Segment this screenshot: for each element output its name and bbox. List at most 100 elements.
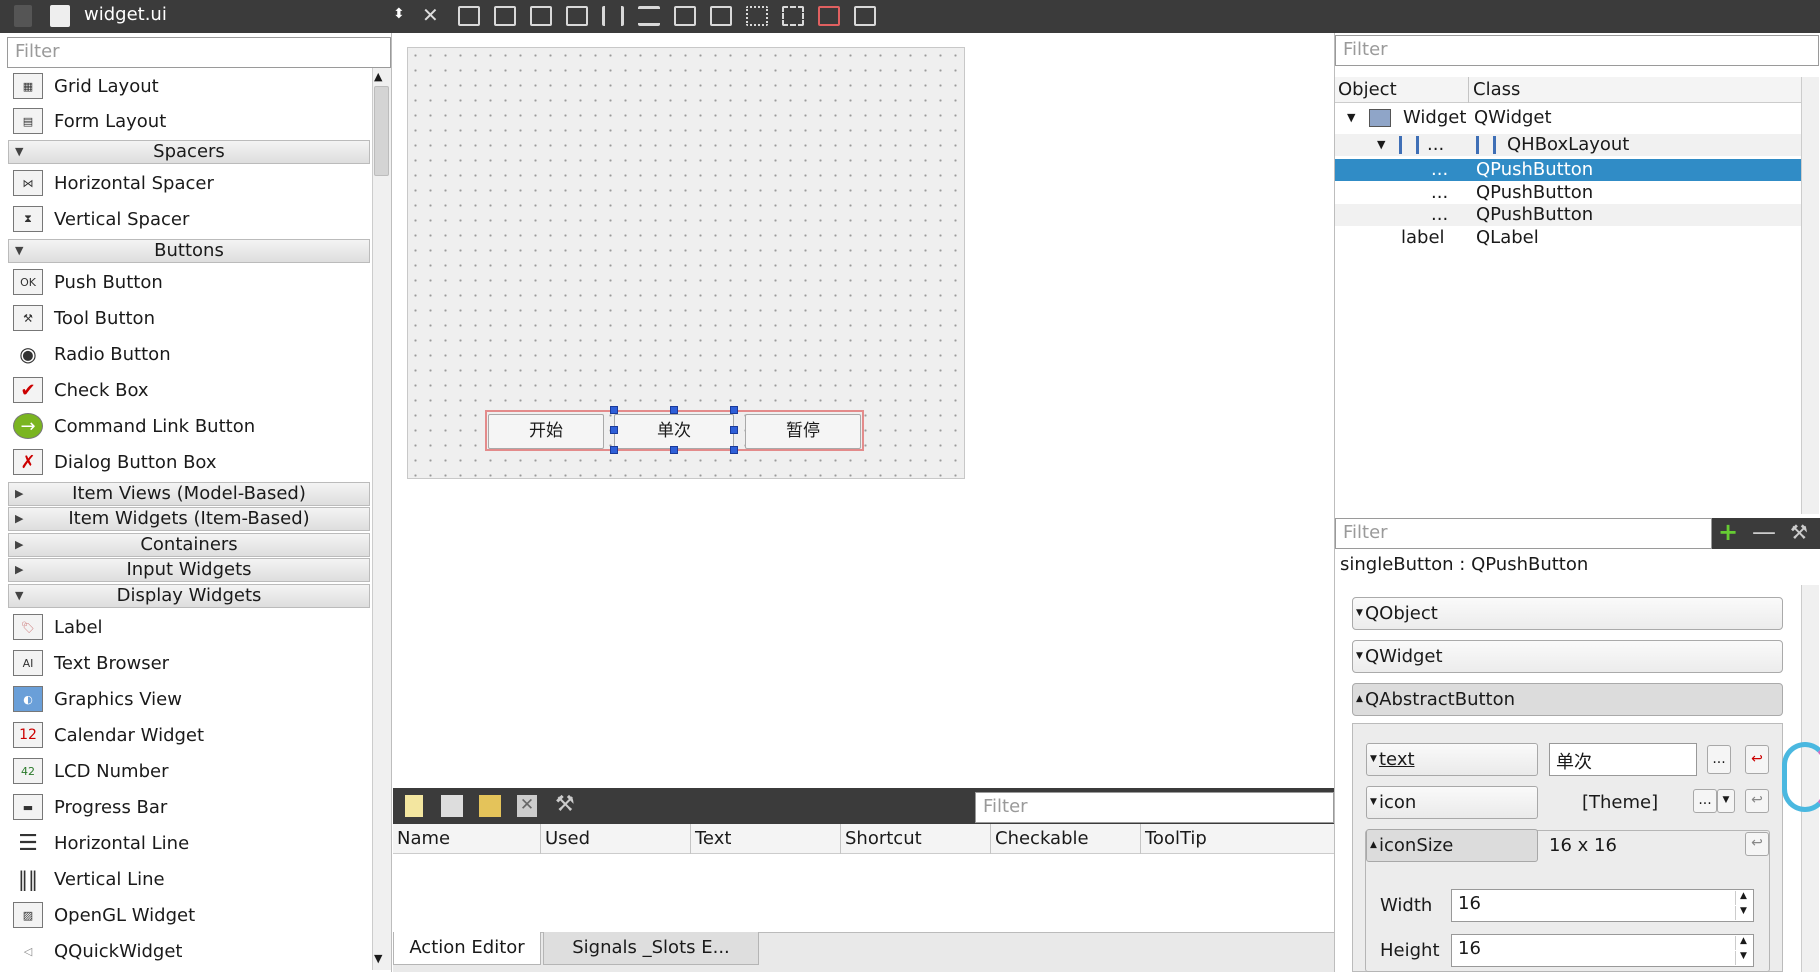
dropdown-arrow-icon[interactable]: ▼ [1717, 789, 1735, 813]
widget-item-check-box[interactable]: ✔ Check Box [0, 372, 370, 408]
expand-arrow-icon[interactable]: ▼ [1347, 107, 1355, 129]
pause-button[interactable]: 暂停 [745, 414, 861, 449]
remove-property-icon[interactable]: — [1752, 518, 1776, 546]
widget-item-label[interactable]: 🏷 Label [0, 609, 370, 645]
property-filter-input[interactable]: Filter [1335, 518, 1712, 549]
resize-handle[interactable] [670, 406, 678, 414]
tree-row[interactable]: ... QPushButton [1335, 182, 1801, 204]
widget-item-dialog-button-box[interactable]: ✗ Dialog Button Box [0, 444, 370, 480]
scroll-up-icon[interactable]: ▲ [374, 70, 382, 83]
property-iconsize-name[interactable]: ▲ iconSize [1366, 829, 1538, 862]
lay-out-horizontally-icon[interactable] [602, 6, 624, 26]
category-item-widgets[interactable]: ▶ Item Widgets (Item-Based) [8, 507, 370, 531]
property-icon-name[interactable]: ▼ icon [1366, 786, 1538, 819]
reset-icon[interactable]: ↩ [1745, 745, 1769, 774]
grid-layout-icon[interactable] [782, 6, 804, 26]
widget-item-push-button[interactable]: OK Push Button [0, 264, 370, 300]
adjust-size-icon[interactable] [854, 6, 876, 26]
edit-tab-order-icon[interactable] [566, 6, 588, 26]
widget-item-calendar-widget[interactable]: 12 Calendar Widget [0, 717, 370, 753]
column-header[interactable]: Name [393, 824, 541, 854]
break-layout-icon[interactable] [818, 6, 840, 26]
resize-handle[interactable] [730, 446, 738, 454]
resize-handle[interactable] [670, 446, 678, 454]
spin-down-icon[interactable]: ▼ [1735, 906, 1751, 920]
text-property-field[interactable]: 单次 [1549, 743, 1697, 776]
configure-wrench-icon[interactable]: ⚒ [1790, 520, 1808, 544]
widget-item-vertical-spacer[interactable]: ⧗ Vertical Spacer [0, 201, 370, 237]
category-spacers[interactable]: ▼ Spacers [8, 140, 370, 164]
resize-handle[interactable] [610, 426, 618, 434]
tab-action-editor[interactable]: Action Editor [393, 932, 541, 965]
group-qobject[interactable]: ▼ QObject [1352, 597, 1783, 630]
category-item-views[interactable]: ▶ Item Views (Model-Based) [8, 482, 370, 506]
form-layout-icon[interactable] [746, 6, 768, 26]
tree-row[interactable]: ... QPushButton [1335, 204, 1801, 226]
column-header[interactable]: Shortcut [841, 824, 991, 854]
widget-box-scroll-thumb[interactable] [374, 86, 389, 176]
start-button[interactable]: 开始 [488, 414, 604, 449]
paste-action-icon[interactable] [479, 795, 501, 817]
group-qabstractbutton[interactable]: ▲ QAbstractButton [1352, 683, 1783, 716]
widget-item-text-browser[interactable]: AI Text Browser [0, 645, 370, 681]
spin-up-icon[interactable]: ▲ [1735, 891, 1751, 905]
object-inspector-filter[interactable]: Filter [1335, 35, 1819, 66]
tree-row[interactable]: ▼ Widget QWidget [1335, 107, 1801, 129]
edit-widgets-icon[interactable] [458, 6, 480, 26]
column-header[interactable]: ToolTip [1141, 824, 1334, 854]
column-header[interactable]: Object [1335, 77, 1469, 103]
edit-signals-slots-icon[interactable] [494, 6, 516, 26]
file-select-arrows-icon[interactable]: ⬍ [393, 6, 405, 22]
lock-icon[interactable] [14, 5, 32, 27]
vertical-splitter-icon[interactable] [710, 6, 732, 26]
widget-item-progress-bar[interactable]: ▬ Progress Bar [0, 789, 370, 825]
height-spinbox[interactable]: 16 ▲ ▼ [1451, 934, 1754, 967]
widget-box-scrollbar[interactable] [372, 68, 391, 970]
close-icon[interactable]: ✕ [422, 3, 439, 27]
expand-arrow-icon[interactable]: ▼ [1377, 134, 1385, 156]
choose-icon-button[interactable]: ... [1693, 789, 1717, 813]
resize-handle[interactable] [730, 426, 738, 434]
copy-action-icon[interactable] [441, 795, 463, 817]
object-inspector-scrollbar[interactable] [1801, 77, 1819, 514]
widget-box-filter[interactable]: Filter [7, 37, 391, 68]
new-action-icon[interactable] [405, 795, 423, 817]
spin-down-icon[interactable]: ▼ [1735, 951, 1751, 965]
widget-item-vertical-line[interactable]: ‖‖ Vertical Line [0, 861, 370, 897]
delete-action-icon[interactable]: ✕ [517, 795, 537, 817]
widget-item-form-layout[interactable]: ▤ Form Layout [0, 103, 370, 139]
tree-row[interactable]: ▼ ... QHBoxLayout [1335, 134, 1801, 156]
column-header[interactable]: Text [691, 824, 841, 854]
column-header[interactable]: Class [1470, 77, 1801, 103]
widget-item-grid-layout[interactable]: ▦ Grid Layout [0, 68, 370, 104]
group-qwidget[interactable]: ▼ QWidget [1352, 640, 1783, 673]
reset-icon[interactable]: ↩ [1745, 789, 1769, 813]
scroll-down-icon[interactable]: ▼ [374, 952, 382, 965]
spin-up-icon[interactable]: ▲ [1735, 936, 1751, 950]
add-property-icon[interactable]: + [1718, 518, 1738, 546]
column-header[interactable]: Used [541, 824, 691, 854]
widget-item-opengl-widget[interactable]: ▨ OpenGL Widget [0, 897, 370, 933]
resize-handle[interactable] [610, 406, 618, 414]
edit-buddies-icon[interactable] [530, 6, 552, 26]
widget-item-lcd-number[interactable]: 42 LCD Number [0, 753, 370, 789]
configure-wrench-icon[interactable]: ⚒ [555, 792, 575, 817]
category-buttons[interactable]: ▼ Buttons [8, 239, 370, 263]
category-display-widgets[interactable]: ▼ Display Widgets [8, 584, 370, 608]
width-spinbox[interactable]: 16 ▲ ▼ [1451, 889, 1754, 922]
resize-handle[interactable] [730, 406, 738, 414]
resize-handle[interactable] [610, 446, 618, 454]
category-input-widgets[interactable]: ▶ Input Widgets [8, 558, 370, 582]
horizontal-splitter-icon[interactable] [674, 6, 696, 26]
single-button[interactable]: 单次 [614, 414, 734, 449]
tab-signals-slots-editor[interactable]: Signals _Slots E... [543, 932, 759, 965]
widget-item-radio-button[interactable]: ◉ Radio Button [0, 336, 370, 372]
widget-item-horizontal-line[interactable]: ☰ Horizontal Line [0, 825, 370, 861]
lay-out-vertically-icon[interactable] [638, 6, 660, 26]
reset-icon[interactable]: ↩ [1745, 832, 1769, 856]
widget-item-horizontal-spacer[interactable]: ⋈ Horizontal Spacer [0, 165, 370, 201]
widget-item-graphics-view[interactable]: ◐ Graphics View [0, 681, 370, 717]
tree-row-selected[interactable]: ... QPushButton [1335, 159, 1801, 181]
property-text-name[interactable]: ▼ text [1366, 743, 1538, 776]
widget-item-command-link-button[interactable]: → Command Link Button [0, 408, 370, 444]
